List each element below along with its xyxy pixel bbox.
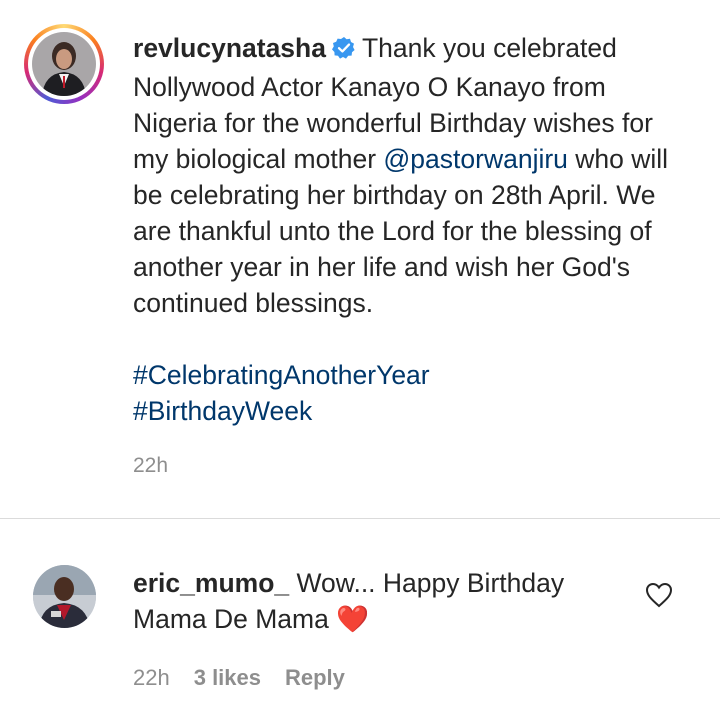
divider: [0, 518, 720, 519]
hashtag-link[interactable]: #BirthdayWeek: [133, 396, 312, 426]
post-caption: revlucynatasha Thank you celebrated Nolly…: [133, 30, 693, 429]
comment-author-avatar[interactable]: [33, 565, 96, 628]
mention-link[interactable]: @pastorwanjiru: [383, 144, 568, 174]
reply-button[interactable]: Reply: [285, 665, 345, 691]
comment-likes[interactable]: 3 likes: [194, 665, 261, 691]
post-username[interactable]: revlucynatasha: [133, 33, 326, 63]
comment-username[interactable]: eric_mumo_: [133, 568, 289, 598]
hashtag-link[interactable]: #CelebratingAnotherYear: [133, 360, 430, 390]
comment-meta: 22h 3 likes Reply: [133, 665, 345, 691]
post-timestamp: 22h: [133, 454, 169, 477]
post-author-photo: [32, 32, 96, 96]
comment-timestamp: 22h: [133, 665, 170, 690]
heart-emoji: ❤️: [336, 604, 370, 634]
verified-badge-icon: [331, 33, 356, 69]
heart-outline-icon[interactable]: [645, 582, 673, 608]
post-author-avatar[interactable]: [24, 24, 104, 104]
comment-text: eric_mumo_ Wow... Happy Birthday Mama De…: [133, 565, 603, 637]
